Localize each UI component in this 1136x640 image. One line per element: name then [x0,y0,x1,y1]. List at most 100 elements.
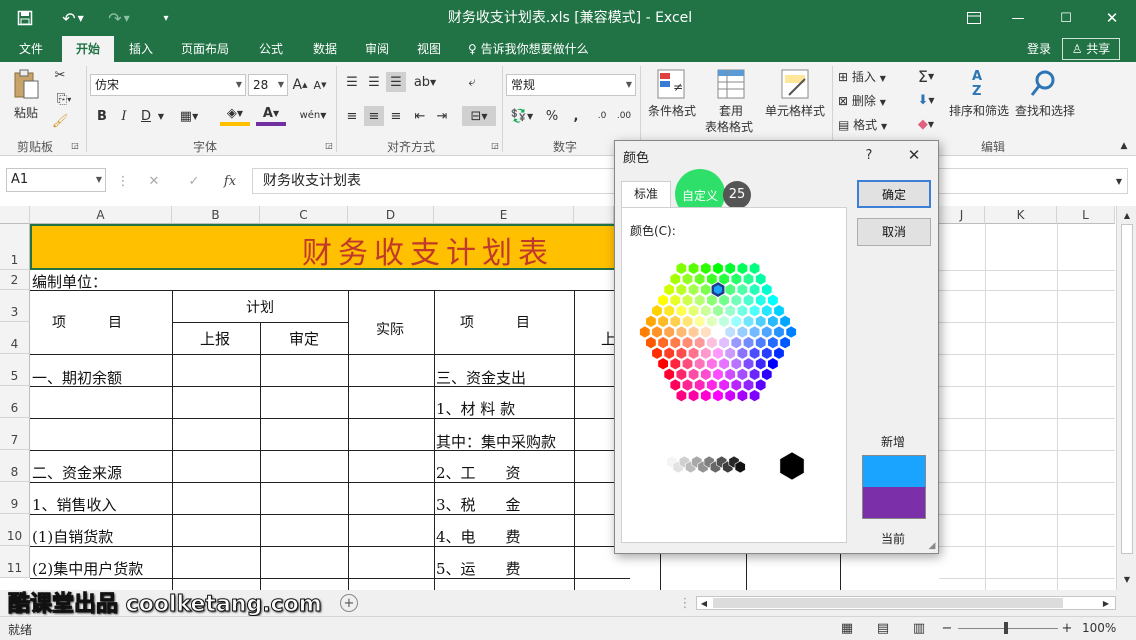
dialog-launcher-icon[interactable]: ◲ [324,140,334,150]
color-swatch[interactable] [669,293,681,307]
row-header-3[interactable]: 3 [0,290,30,322]
color-swatch[interactable] [681,315,693,328]
color-swatch[interactable] [743,336,754,349]
share-button[interactable]: ♙ 共享 [1062,38,1120,60]
decrease-indent-icon[interactable]: ⇤ [410,106,430,126]
phonetic-icon[interactable]: wén ▼ [298,104,328,126]
color-swatch[interactable] [700,389,712,402]
align-center-icon[interactable]: ≡ [364,106,384,126]
color-swatch[interactable] [749,368,761,381]
insert-function-icon[interactable]: fx [218,170,242,192]
border-icon[interactable]: ▦ ▼ [174,106,204,126]
color-swatch[interactable] [755,357,767,371]
color-swatch[interactable] [651,346,663,360]
color-swatch[interactable] [645,315,657,328]
color-swatch[interactable] [645,336,657,349]
format-cells-button[interactable]: ▤ 格式 ▼ [838,116,896,133]
color-swatch[interactable] [675,346,687,360]
color-swatch[interactable] [669,272,681,286]
format-as-table-label1[interactable]: 套用 [712,102,750,119]
color-swatch[interactable] [688,304,700,318]
color-swatch[interactable] [743,378,754,392]
color-swatch[interactable] [712,346,724,360]
close-icon[interactable]: ✕ [901,145,927,165]
ok-button[interactable]: 确定 [857,180,931,208]
color-swatch[interactable] [736,325,748,339]
color-swatch[interactable] [730,315,742,328]
scroll-left-icon[interactable]: ◀ [699,597,709,609]
color-swatch[interactable] [755,293,767,307]
tab-formulas[interactable]: 公式 [248,36,294,62]
decrease-decimal-icon[interactable]: .00 [614,106,634,126]
color-swatch[interactable] [688,368,700,381]
color-swatch[interactable] [755,272,767,286]
page-break-view-icon[interactable]: ▥ [910,619,928,637]
color-swatch[interactable] [755,315,767,328]
font-name-combo[interactable]: 仿宋 ▼ [90,74,246,96]
color-swatch[interactable] [700,304,712,318]
row-header-11[interactable]: 11 [0,546,30,578]
zoom-level[interactable]: 100% [1082,621,1116,635]
tab-review[interactable]: 审阅 [354,36,400,62]
color-swatch[interactable] [743,315,754,328]
undo-icon[interactable]: ↶ ▼ [58,8,88,28]
maximize-icon[interactable]: ☐ [1054,8,1078,28]
color-swatch[interactable] [681,357,693,371]
color-swatch[interactable] [718,272,730,286]
color-swatch[interactable] [675,368,687,381]
row-header-2[interactable]: 2 [0,270,30,290]
column-header-a[interactable]: A [30,206,172,224]
color-swatch[interactable] [767,315,779,328]
comma-icon[interactable]: , [566,106,586,126]
tab-data[interactable]: 数据 [302,36,348,62]
color-swatch[interactable] [730,293,742,307]
column-header-l[interactable]: L [1057,206,1115,224]
cut-icon[interactable]: ✂ [50,66,70,84]
color-swatch[interactable] [743,357,754,371]
normal-view-icon[interactable]: ▦ [838,619,856,637]
bold-icon[interactable]: B [94,106,110,126]
column-header-j[interactable]: J [939,206,985,224]
align-left-icon[interactable]: ≡ [342,106,362,126]
clear-icon[interactable]: ◆ ▼ [912,114,940,134]
format-as-table-icon[interactable] [716,68,746,100]
color-swatch[interactable] [694,357,706,371]
column-header-e[interactable]: E [434,206,574,224]
conditional-format-icon[interactable]: ≠ [656,68,686,100]
save-icon[interactable] [14,8,36,28]
color-swatch[interactable] [730,378,742,392]
grow-font-icon[interactable]: A ▲ [292,74,308,96]
italic-icon[interactable]: I [116,106,132,126]
color-swatch[interactable] [700,325,712,339]
tab-file[interactable]: 文件 [8,36,54,62]
wrap-text-icon[interactable]: ⤶ [462,72,482,92]
autosum-icon[interactable]: Σ ▼ [912,66,940,86]
color-swatch[interactable] [681,272,693,286]
sort-filter-icon[interactable]: AZ [962,68,992,100]
color-swatch[interactable] [749,325,761,339]
color-swatch[interactable] [675,262,687,275]
scroll-right-icon[interactable]: ▶ [1101,597,1111,609]
color-swatch[interactable] [736,262,748,275]
format-as-table-label2[interactable]: 表格格式 [700,118,758,135]
color-swatch[interactable] [688,346,700,360]
login-link[interactable]: 登录 [1018,36,1060,62]
color-swatch[interactable] [749,346,761,360]
color-swatch[interactable] [700,368,712,381]
expand-formula-icon[interactable]: ▼ [1112,172,1126,190]
zoom-out-icon[interactable]: − [940,619,954,637]
color-swatch[interactable] [718,293,730,307]
color-swatch[interactable] [700,283,712,296]
color-swatch[interactable] [761,304,773,318]
color-swatch[interactable] [767,357,779,371]
color-swatch[interactable] [724,262,736,275]
align-middle-icon[interactable]: ☰ [364,72,384,92]
color-swatch[interactable] [718,315,730,328]
delete-cells-button[interactable]: ⊠ 删除 ▼ [838,92,896,109]
redo-icon[interactable]: ↷ ▼ [104,8,134,28]
zoom-in-icon[interactable]: + [1060,619,1074,637]
color-swatch[interactable] [730,336,742,349]
color-swatch[interactable] [785,325,797,339]
color-swatch[interactable] [639,325,651,339]
tab-view[interactable]: 视图 [406,36,452,62]
